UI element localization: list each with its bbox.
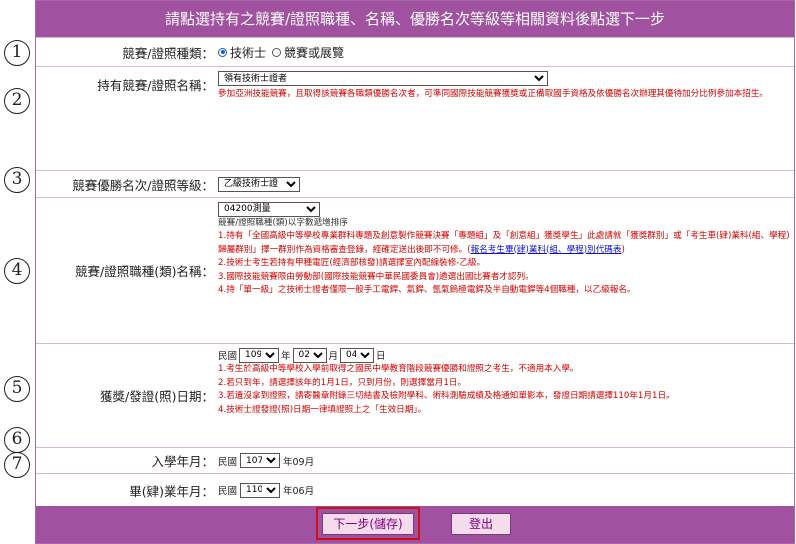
award-year-select[interactable]: 109 — [239, 347, 280, 363]
enroll-era-prefix: 民國 — [218, 456, 238, 468]
radio-competition[interactable]: 競賽或展覽 — [272, 44, 344, 61]
radio-competition-label: 競賽或展覽 — [284, 45, 345, 60]
enroll-year-select[interactable]: 107 — [240, 453, 281, 468]
radio-technician-dot[interactable] — [218, 47, 227, 57]
label-cert-type: 競賽/證照種類： — [122, 45, 214, 61]
day-unit: 日 — [376, 351, 386, 362]
row-cert-name: 持有競賽/證照名稱： 領有技術士證者 參加亞洲技能競賽，且取得該競賽各職類優勝名… — [36, 66, 794, 170]
label-category: 競賽/證照職種(類)名稱： — [75, 264, 214, 279]
category-note-1-end: ) — [621, 244, 625, 255]
step-marker-2: 2 — [4, 88, 30, 114]
step-marker-4: 4 — [4, 258, 30, 284]
next-save-button[interactable]: 下一步(儲存) — [322, 513, 414, 535]
row-enroll-date: 入學年月： 民國 107 年09月 — [36, 447, 794, 473]
grad-year-select[interactable]: 110 — [240, 482, 281, 498]
category-note-2: 2.技術士考生若持有甲種電匠(經濟部核發)請選擇室內配線裝修-乙級。 — [218, 258, 486, 268]
label-grad-date: 畢(肄)業年月： — [129, 483, 214, 499]
enroll-suffix: 年09月 — [283, 456, 315, 468]
row-rank: 競賽優勝名次/證照等級： 乙級技術士證 — [36, 170, 794, 197]
grad-era-prefix: 民國 — [218, 486, 238, 497]
label-award-date: 獲獎/發證(照)日期： — [100, 389, 214, 404]
step-marker-7: 7 — [4, 452, 30, 478]
category-note-3: 3.國際技能競賽限由勞動部(國際技能競賽中華民國委員會)遴選出國比賽者才認列。 — [218, 271, 534, 282]
label-cert-name: 持有競賽/證照名稱： — [97, 78, 214, 93]
grad-suffix: 年06月 — [283, 486, 315, 497]
date-era-prefix: 民國 — [218, 351, 238, 362]
cert-name-note: 參加亞洲技能競賽，且取得該競賽各職類優勝名次者，可準同國際技能競賽獲獎或正備取國… — [218, 89, 769, 99]
category-select[interactable]: 04200測量 — [218, 201, 320, 217]
step-marker-3: 3 — [4, 167, 30, 193]
label-rank: 競賽優勝名次/證照等級： — [72, 177, 214, 193]
category-sort-note: 競賽/證照職種(類)以字數遞增排序 — [218, 217, 348, 228]
award-day-select[interactable]: 04 — [340, 347, 375, 363]
date-note-3: 3.若遺沒拿到證照，請寄醫章附錄三切結書及檢附學科、術科測驗成績及格通知單影本，… — [218, 391, 675, 401]
step-marker-1: 1 — [4, 40, 30, 66]
radio-technician[interactable]: 技術士 — [218, 44, 266, 61]
category-note-1: 1.持有「全國高級中等學校專業群科專題及創意製作競賽決賽「專題組」及「創意組」獲… — [218, 230, 790, 257]
dept-code-link[interactable]: 報名考生畢(肄)業科(組、學程)別代碼表 — [471, 245, 622, 255]
date-note-2: 2.若只到年，請選擇該年的1月1日，只到月份，則選擇當月1日。 — [218, 377, 467, 388]
logout-button[interactable]: 登出 — [451, 513, 511, 535]
row-award-date: 獲獎/發證(照)日期： 民國 109 年 02 月 04 日 1.考生於高級中等… — [36, 343, 794, 447]
radio-technician-label: 技術士 — [230, 45, 267, 60]
form-header-title: 請點選持有之競賽/證照職種、名稱、優勝名次等級等相關資料後點選下一步 — [36, 1, 794, 37]
step-marker-6: 6 — [4, 427, 30, 453]
row-category: 競賽/證照職種(類)名稱： 04200測量 競賽/證照職種(類)以字數遞增排序 … — [36, 197, 794, 343]
application-form: 請點選持有之競賽/證照職種、名稱、優勝名次等級等相關資料後點選下一步 競賽/證照… — [35, 0, 795, 544]
month-unit: 月 — [328, 351, 339, 362]
award-month-select[interactable]: 02 — [292, 347, 327, 363]
cert-name-select[interactable]: 領有技術士證者 — [218, 71, 548, 86]
row-cert-type: 競賽/證照種類： 技術士 競賽或展覽 — [36, 37, 794, 66]
radio-competition-dot[interactable] — [272, 47, 282, 57]
date-note-4: 4.技術士證發證(照)日期一律填證照上之「生效日期」。 — [218, 404, 427, 415]
category-note-4: 4.持「單一級」之技術士證者僅限一般手工電銲、氣銲、氬氣鎢極電銲及半自動電銲等4… — [218, 285, 636, 295]
date-note-1: 1.考生於高級中等學校入學前取得之國民中學教育階段競賽優勝和證照之考生，不適用本… — [218, 364, 579, 374]
label-enroll-date: 入學年月： — [151, 454, 214, 469]
form-footer: 下一步(儲存) 登出 — [36, 506, 794, 543]
step-marker-5: 5 — [4, 376, 30, 402]
year-unit: 年 — [281, 351, 291, 362]
rank-select[interactable]: 乙級技術士證 — [218, 176, 300, 192]
row-grad-date: 畢(肄)業年月： 民國 110 年06月 — [36, 473, 794, 506]
